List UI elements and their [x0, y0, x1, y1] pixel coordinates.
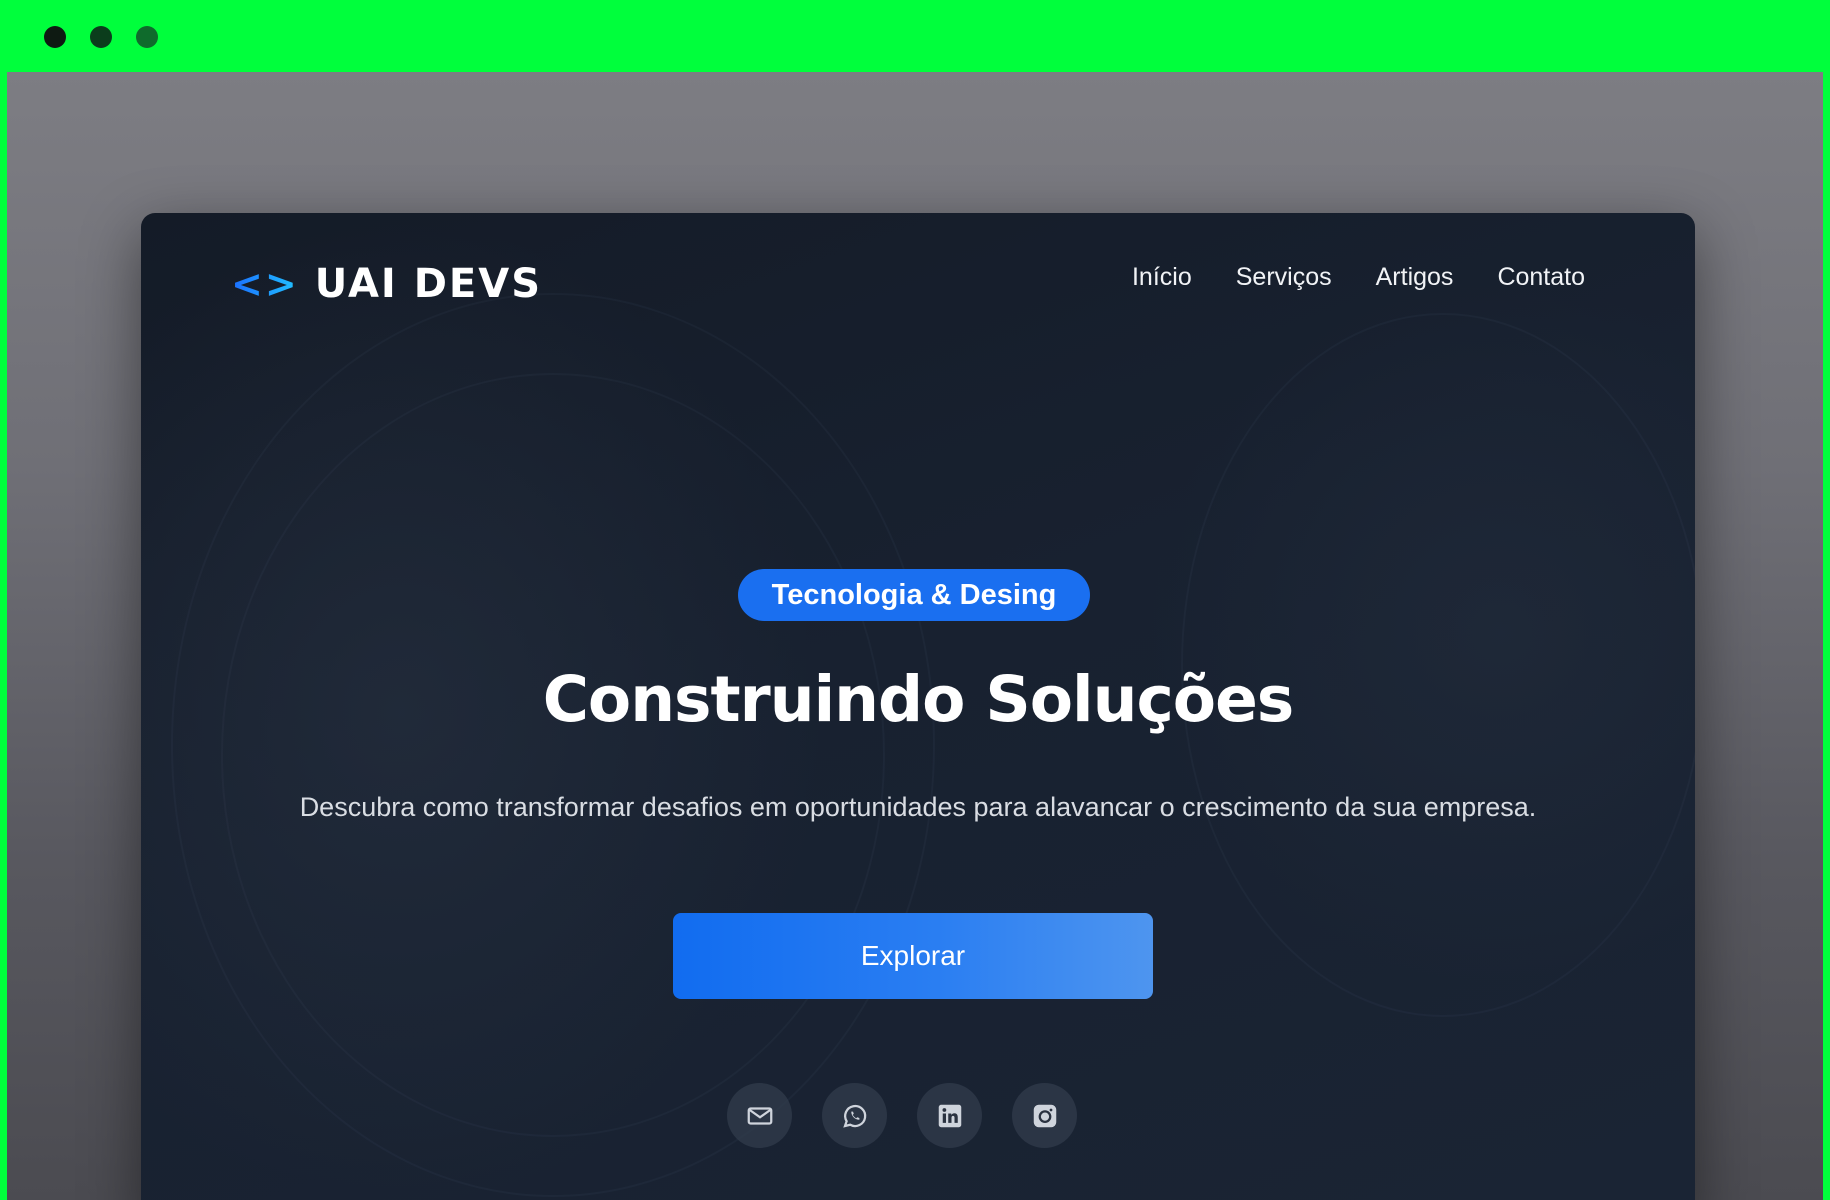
whatsapp-link[interactable] — [822, 1083, 887, 1148]
email-link[interactable] — [727, 1083, 792, 1148]
page-viewport: <> UAI DEVS Início Serviços Artigos Cont… — [7, 72, 1823, 1200]
explore-button[interactable]: Explorar — [673, 913, 1153, 999]
social-links — [727, 1083, 1077, 1148]
hero-title: Construindo Soluções — [542, 663, 1295, 736]
maximize-dot[interactable] — [136, 26, 158, 48]
instagram-link[interactable] — [1012, 1083, 1077, 1148]
minimize-dot[interactable] — [90, 26, 112, 48]
linkedin-icon — [938, 1104, 961, 1127]
category-badge: Tecnologia & Desing — [738, 569, 1090, 621]
nav-item-artigos[interactable]: Artigos — [1376, 263, 1454, 292]
background-swirl — [221, 373, 885, 1137]
instagram-icon — [1033, 1104, 1056, 1127]
nav-item-servicos[interactable]: Serviços — [1236, 263, 1332, 292]
browser-frame: <> UAI DEVS Início Serviços Artigos Cont… — [0, 0, 1830, 1200]
window-titlebar — [0, 0, 1830, 72]
nav-item-inicio[interactable]: Início — [1132, 263, 1192, 292]
hero-subtitle: Descubra como transformar desafios em op… — [299, 792, 1537, 822]
linkedin-link[interactable] — [917, 1083, 982, 1148]
brand-logo[interactable]: <> UAI DEVS — [231, 259, 542, 309]
nav-item-contato[interactable]: Contato — [1497, 263, 1585, 292]
main-nav: Início Serviços Artigos Contato — [1132, 263, 1585, 292]
hero-card: <> UAI DEVS Início Serviços Artigos Cont… — [141, 213, 1695, 1200]
whatsapp-icon — [842, 1104, 866, 1128]
close-dot[interactable] — [44, 26, 66, 48]
brand-name: UAI DEVS — [314, 261, 542, 307]
mail-icon — [747, 1106, 772, 1125]
code-brackets-icon: <> — [231, 262, 299, 306]
